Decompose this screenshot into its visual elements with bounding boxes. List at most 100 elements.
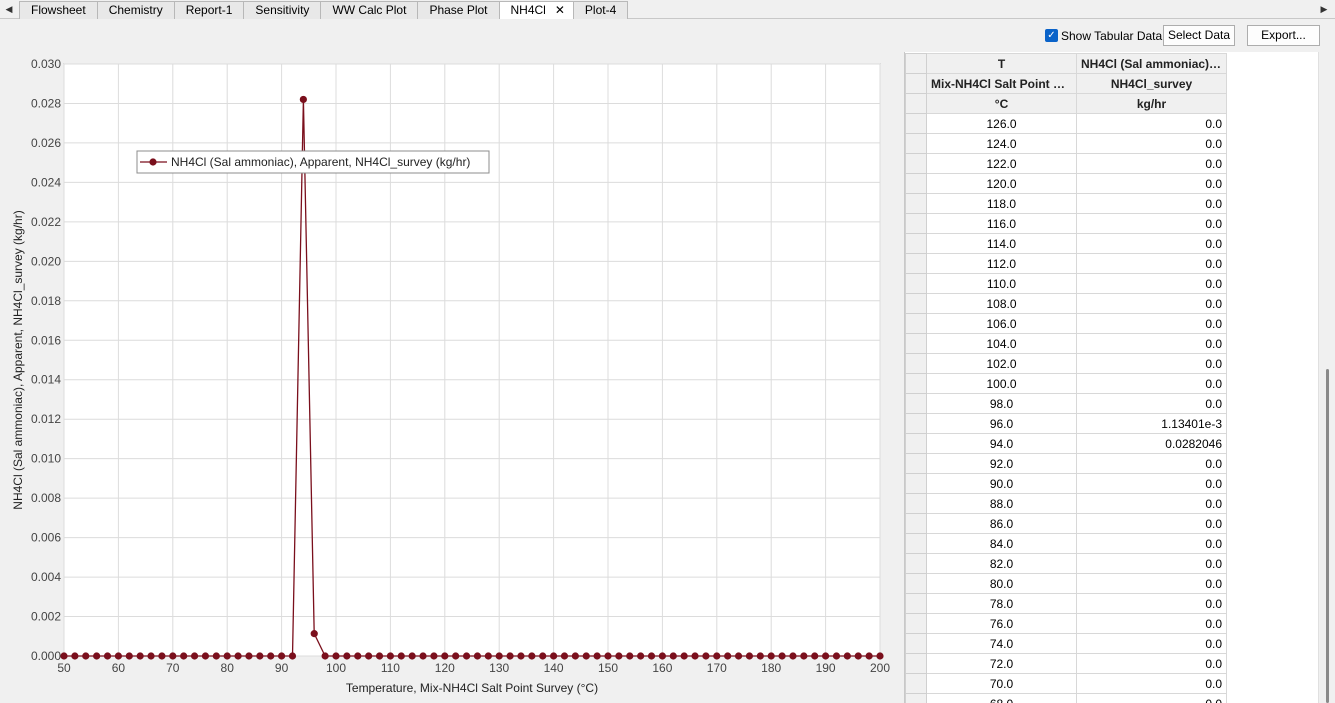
data-point[interactable] (691, 652, 699, 660)
row-header[interactable] (905, 113, 927, 134)
data-point[interactable] (190, 652, 199, 660)
data-point[interactable] (71, 652, 79, 660)
data-point[interactable] (180, 652, 188, 660)
data-point[interactable] (452, 652, 460, 660)
tab-phase-plot[interactable]: Phase Plot (417, 1, 500, 19)
table-vertical-scrollbar[interactable] (1318, 52, 1335, 703)
table-row[interactable]: 102.0 0.0 (905, 353, 1227, 374)
data-point[interactable] (571, 652, 579, 660)
temperature-cell[interactable]: 102.0 (926, 353, 1077, 374)
data-point[interactable] (550, 652, 558, 660)
data-point[interactable] (169, 652, 177, 660)
data-point[interactable] (756, 652, 764, 660)
row-header[interactable] (905, 233, 927, 254)
row-header[interactable] (905, 333, 927, 354)
data-point[interactable] (854, 652, 862, 660)
data-point[interactable] (843, 652, 851, 660)
table-row[interactable]: 126.0 0.0 (905, 113, 1227, 134)
data-point[interactable] (267, 652, 275, 660)
table-row[interactable]: 92.0 0.0 (905, 453, 1227, 474)
flow-cell[interactable]: 0.0 (1076, 573, 1227, 594)
data-point[interactable] (343, 652, 351, 660)
table-row[interactable]: 94.0 0.0282046 (905, 433, 1227, 454)
data-point[interactable] (734, 652, 743, 660)
temperature-cell[interactable]: 106.0 (926, 313, 1077, 334)
data-point[interactable] (724, 652, 732, 660)
table-row[interactable]: 108.0 0.0 (905, 293, 1227, 314)
flow-cell[interactable]: 0.0 (1076, 213, 1227, 234)
temperature-cell[interactable]: 90.0 (926, 473, 1077, 494)
flow-cell[interactable]: 0.0 (1076, 113, 1227, 134)
data-point[interactable] (811, 652, 819, 660)
data-point[interactable] (408, 652, 416, 660)
data-point[interactable] (647, 652, 656, 660)
flow-cell[interactable]: 0.0 (1076, 393, 1227, 414)
row-header[interactable] (905, 253, 927, 274)
data-point[interactable] (713, 652, 721, 660)
table-row[interactable]: 120.0 0.0 (905, 173, 1227, 194)
export-button[interactable]: Export... (1247, 25, 1320, 46)
table-row[interactable]: 122.0 0.0 (905, 153, 1227, 174)
table-row[interactable]: 80.0 0.0 (905, 573, 1227, 594)
data-point[interactable] (495, 652, 503, 660)
temperature-cell[interactable]: 108.0 (926, 293, 1077, 314)
data-point[interactable] (615, 652, 623, 660)
data-point[interactable] (767, 652, 775, 660)
row-header[interactable] (905, 513, 927, 534)
temperature-cell[interactable]: 104.0 (926, 333, 1077, 354)
flow-cell[interactable]: 0.0 (1076, 553, 1227, 574)
data-point[interactable] (517, 652, 525, 660)
row-header[interactable] (905, 693, 927, 703)
flow-cell[interactable]: 0.0 (1076, 353, 1227, 374)
table-row[interactable]: 98.0 0.0 (905, 393, 1227, 414)
tab-plot-4[interactable]: Plot-4 (572, 1, 629, 19)
data-point[interactable] (332, 652, 340, 660)
data-point[interactable] (234, 652, 242, 660)
column-header-nh4cl[interactable]: NH4Cl (Sal ammoniac), Apparent, NH4Cl_su… (1076, 53, 1227, 74)
data-point[interactable] (680, 652, 688, 660)
data-point[interactable] (822, 652, 830, 660)
temperature-cell[interactable]: 74.0 (926, 633, 1077, 654)
table-row[interactable]: 114.0 0.0 (905, 233, 1227, 254)
data-point[interactable] (125, 652, 133, 660)
temperature-cell[interactable]: 94.0 (926, 433, 1077, 454)
row-header[interactable] (905, 393, 927, 414)
data-point[interactable] (158, 652, 166, 660)
flow-cell[interactable]: 0.0 (1076, 593, 1227, 614)
data-point[interactable] (82, 652, 90, 660)
row-header[interactable] (905, 133, 927, 154)
temperature-cell[interactable]: 120.0 (926, 173, 1077, 194)
data-point[interactable] (375, 652, 384, 660)
temperature-cell[interactable]: 82.0 (926, 553, 1077, 574)
data-point[interactable] (299, 95, 307, 104)
table-row[interactable]: 118.0 0.0 (905, 193, 1227, 214)
row-header[interactable] (905, 353, 927, 374)
row-header[interactable] (905, 433, 927, 454)
data-point[interactable] (832, 652, 841, 660)
tab-flowsheet[interactable]: Flowsheet (19, 1, 98, 19)
flow-cell[interactable]: 0.0 (1076, 473, 1227, 494)
flow-cell[interactable]: 0.0 (1076, 613, 1227, 634)
temperature-cell[interactable]: 92.0 (926, 453, 1077, 474)
tab-scroll-left-icon[interactable]: ◀ (0, 0, 18, 19)
table-row[interactable]: 76.0 0.0 (905, 613, 1227, 634)
data-point[interactable] (386, 652, 394, 660)
data-point[interactable] (441, 652, 449, 660)
table-row[interactable]: 96.0 1.13401e-3 (905, 413, 1227, 434)
row-header[interactable] (905, 153, 927, 174)
flow-cell[interactable]: 0.0 (1076, 633, 1227, 654)
tab-report-1[interactable]: Report-1 (173, 1, 245, 19)
flow-cell[interactable]: 0.0 (1076, 373, 1227, 394)
flow-cell[interactable]: 0.0 (1076, 273, 1227, 294)
data-point[interactable] (528, 652, 536, 660)
temperature-cell[interactable]: 78.0 (926, 593, 1077, 614)
temperature-cell[interactable]: 80.0 (926, 573, 1077, 594)
row-header[interactable] (905, 533, 927, 554)
temperature-cell[interactable]: 112.0 (926, 253, 1077, 274)
table-row[interactable]: 82.0 0.0 (905, 553, 1227, 574)
data-point[interactable] (582, 652, 590, 660)
data-point[interactable] (103, 652, 112, 660)
flow-cell[interactable]: 0.0 (1076, 293, 1227, 314)
data-point[interactable] (114, 652, 122, 660)
data-point[interactable] (201, 652, 210, 660)
